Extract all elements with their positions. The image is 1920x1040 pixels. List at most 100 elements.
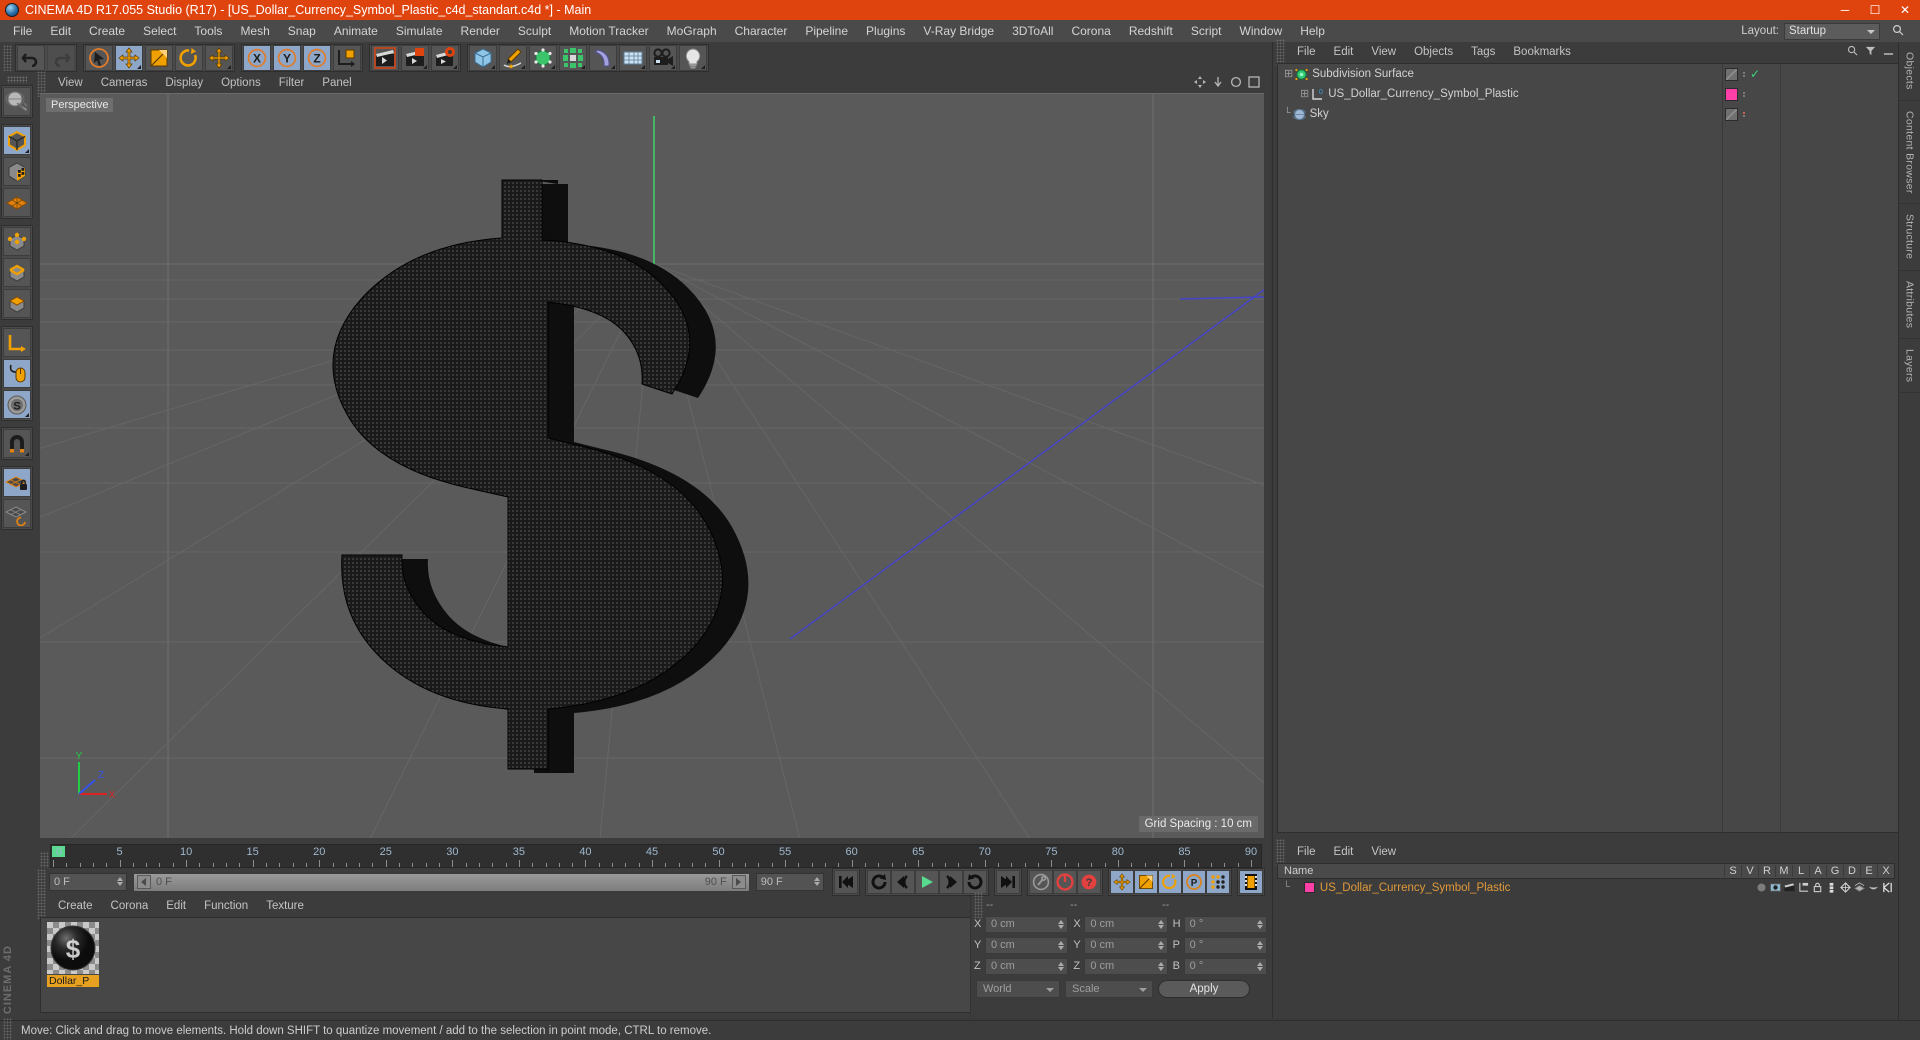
- material-menu-item-function[interactable]: Function: [195, 896, 257, 916]
- menu-item-mesh[interactable]: Mesh: [231, 20, 278, 42]
- menu-item-edit[interactable]: Edit: [41, 20, 80, 42]
- coordinate-rotation-b-field[interactable]: 0 °: [1183, 957, 1267, 975]
- viewport-zoom-icon[interactable]: [1212, 76, 1224, 88]
- range-end-handle-icon[interactable]: [731, 875, 746, 889]
- undo-button[interactable]: [17, 45, 45, 71]
- model-mode-button[interactable]: [3, 126, 31, 155]
- spinner-icon[interactable]: [116, 877, 123, 886]
- layer-menu-item-edit[interactable]: Edit: [1325, 842, 1363, 862]
- spinner-icon[interactable]: [1256, 919, 1263, 929]
- menu-item-tools[interactable]: Tools: [185, 20, 231, 42]
- coordinate-rotation-p-field[interactable]: 0 °: [1183, 936, 1267, 954]
- move-tool-button[interactable]: [115, 45, 143, 71]
- menu-item-snap[interactable]: Snap: [279, 20, 325, 42]
- dock-tab-attributes[interactable]: Attributes: [1899, 271, 1920, 340]
- record-settings-button[interactable]: [1029, 870, 1053, 894]
- render-icon[interactable]: [1784, 882, 1795, 893]
- timeline-ruler[interactable]: 0 5 10 15 20 25 30 35 40 45 50 55 60 65 70 75 80 85 90: [50, 844, 1262, 868]
- next-frame-button[interactable]: [939, 870, 963, 894]
- add-camera-button[interactable]: [649, 45, 677, 71]
- render-view-button[interactable]: [371, 45, 399, 71]
- viewport-rotate-icon[interactable]: [1230, 76, 1242, 88]
- magnet-button[interactable]: [3, 429, 31, 458]
- menu-item-v-ray-bridge[interactable]: V-Ray Bridge: [914, 20, 1003, 42]
- rotation-key-button[interactable]: [1158, 870, 1182, 894]
- perspective-viewport[interactable]: Perspective Y X Z Grid Spacing: 10 cm: [40, 93, 1264, 838]
- tag-placeholder-icon[interactable]: [1725, 67, 1738, 81]
- object-menu-item-tags[interactable]: Tags: [1462, 42, 1504, 62]
- layer-row[interactable]: └ US_Dollar_Currency_Symbol_Plastic: [1277, 879, 1895, 896]
- spinner-icon[interactable]: [1256, 940, 1263, 950]
- viewport-menu-item-display[interactable]: Display: [156, 74, 212, 93]
- layer-menu-item-file[interactable]: File: [1288, 842, 1325, 862]
- layer-column-m[interactable]: M: [1775, 865, 1792, 877]
- menu-item-help[interactable]: Help: [1291, 20, 1334, 42]
- deformer-icon[interactable]: [1854, 882, 1865, 893]
- layer-column-a[interactable]: A: [1809, 865, 1826, 877]
- minimize-button[interactable]: ─: [1830, 0, 1860, 20]
- solo-icon[interactable]: [1756, 882, 1767, 893]
- dock-tab-content-browser[interactable]: Content Browser: [1899, 101, 1920, 205]
- play-button[interactable]: [915, 870, 939, 894]
- object-row[interactable]: ⊞ 0 US_Dollar_Currency_Symbol_Plastic: [1278, 84, 1898, 104]
- previous-frame-button[interactable]: [891, 870, 915, 894]
- snap-settings-button[interactable]: S: [3, 390, 31, 419]
- move-axis-button[interactable]: [205, 45, 233, 71]
- menu-item-plugins[interactable]: Plugins: [857, 20, 914, 42]
- redo-button[interactable]: [47, 45, 75, 71]
- position-key-button[interactable]: [1110, 870, 1134, 894]
- panel-minimize-icon[interactable]: [1883, 45, 1894, 56]
- play-forwards-button[interactable]: [963, 870, 987, 894]
- parameter-key-button[interactable]: P: [1182, 870, 1206, 894]
- viewport-menu-item-options[interactable]: Options: [212, 74, 270, 93]
- menu-item-animate[interactable]: Animate: [325, 20, 387, 42]
- object-axis-button[interactable]: [3, 328, 31, 357]
- status-bar-grip[interactable]: [3, 1017, 12, 1040]
- object-row[interactable]: └ Sky: [1278, 104, 1898, 124]
- preview-range-scrubber[interactable]: 0 F 90 F: [132, 872, 750, 892]
- current-frame-field[interactable]: 0 F: [49, 873, 127, 891]
- menu-item-motion-tracker[interactable]: Motion Tracker: [560, 20, 657, 42]
- menu-item-sculpt[interactable]: Sculpt: [509, 20, 560, 42]
- viewport-menu-item-view[interactable]: View: [49, 74, 92, 93]
- object-visibility-dots[interactable]: [1743, 71, 1745, 77]
- menu-item-select[interactable]: Select: [134, 20, 185, 42]
- coordinate-mode-dropdown[interactable]: Scale: [1065, 980, 1153, 998]
- apply-button[interactable]: Apply: [1158, 980, 1250, 998]
- viewport-move-icon[interactable]: [1194, 76, 1206, 88]
- manager-icon[interactable]: [1798, 882, 1809, 893]
- coordinate-size-x-field[interactable]: 0 cm: [1084, 915, 1168, 933]
- object-menu-item-edit[interactable]: Edit: [1325, 42, 1363, 62]
- left-toolbar-grip[interactable]: [7, 76, 27, 83]
- menu-item-file[interactable]: File: [4, 20, 41, 42]
- lock-icon[interactable]: [1812, 882, 1823, 893]
- add-array-button[interactable]: [559, 45, 587, 71]
- add-nurbs-button[interactable]: [529, 45, 557, 71]
- layer-column-x[interactable]: X: [1877, 865, 1894, 877]
- timeline-button[interactable]: [1239, 870, 1263, 894]
- keyframe-selection-button[interactable]: ?: [1077, 870, 1101, 894]
- spinner-icon[interactable]: [1157, 940, 1164, 950]
- material-menu-item-create[interactable]: Create: [49, 896, 102, 916]
- axis-y-button[interactable]: Y: [273, 45, 301, 71]
- layer-menu-item-view[interactable]: View: [1362, 842, 1405, 862]
- material-thumbnail[interactable]: $: [47, 922, 99, 974]
- texture-mode-button[interactable]: [3, 157, 31, 186]
- expression-icon[interactable]: [1868, 882, 1879, 893]
- object-tree-toggle[interactable]: ⊞: [1300, 87, 1309, 101]
- point-level-animation-button[interactable]: [1206, 870, 1230, 894]
- go-to-start-button[interactable]: [834, 870, 858, 894]
- polygons-mode-button[interactable]: [3, 289, 31, 318]
- viewport-menu-item-filter[interactable]: Filter: [270, 74, 314, 93]
- coordinates-grip[interactable]: [974, 892, 983, 918]
- axis-z-button[interactable]: Z: [303, 45, 331, 71]
- lock-workplane-button[interactable]: [3, 468, 31, 497]
- menu-item-pipeline[interactable]: Pipeline: [796, 20, 857, 42]
- end-frame-field[interactable]: 90 F: [755, 873, 824, 891]
- spinner-icon[interactable]: [1058, 940, 1065, 950]
- scale-tool-button[interactable]: [145, 45, 173, 71]
- add-floor-button[interactable]: [619, 45, 647, 71]
- layer-column-l[interactable]: L: [1792, 865, 1809, 877]
- coordinate-position-x-field[interactable]: 0 cm: [985, 915, 1069, 933]
- object-filter-icon[interactable]: [1865, 45, 1876, 56]
